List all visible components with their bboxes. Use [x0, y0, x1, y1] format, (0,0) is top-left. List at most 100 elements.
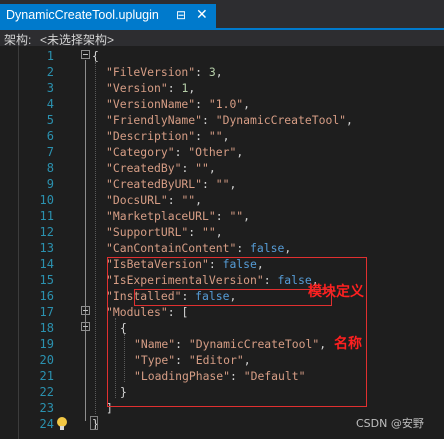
- code-token: "FileVersion": [106, 65, 196, 79]
- line-number: 5: [46, 113, 54, 127]
- code-token: :: [195, 97, 209, 111]
- code-line[interactable]: "FriendlyName": "DynamicCreateTool",: [106, 112, 353, 128]
- code-token: :: [167, 193, 182, 207]
- fold-line-root: [85, 60, 86, 421]
- code-token: ,: [346, 113, 353, 127]
- line-number: 16: [39, 289, 54, 303]
- line-number: 4: [46, 97, 54, 111]
- code-token: "CanContainContent": [106, 241, 237, 255]
- line-number: 10: [39, 193, 54, 207]
- code-token: "": [195, 161, 209, 175]
- code-line[interactable]: "CreatedBy": "",: [106, 160, 216, 176]
- line-number: 7: [46, 145, 54, 159]
- code-line[interactable]: "VersionName": "1.0",: [106, 96, 250, 112]
- line-number: 19: [39, 337, 54, 351]
- code-token: "Version": [106, 81, 168, 95]
- code-line[interactable]: "Description": "",: [106, 128, 229, 144]
- code-line[interactable]: "Version": 1,: [106, 80, 195, 96]
- code-token: "MarketplaceURL": [106, 209, 216, 223]
- code-token: "FriendlyName": [106, 113, 203, 127]
- code-token: :: [215, 209, 230, 223]
- line-number: 21: [39, 369, 54, 383]
- line-number: 3: [46, 81, 54, 95]
- close-icon[interactable]: ✕: [196, 6, 208, 23]
- code-token: false: [250, 241, 285, 255]
- line-number: 8: [46, 161, 54, 175]
- line-number: 18: [39, 321, 54, 335]
- code-token: ,: [208, 161, 216, 175]
- code-token: 3: [208, 65, 216, 79]
- code-token: "Other": [188, 145, 237, 159]
- code-token: ,: [229, 177, 237, 191]
- code-token: :: [181, 161, 196, 175]
- code-token: :: [167, 81, 182, 95]
- code-line[interactable]: "Category": "Other",: [106, 144, 243, 160]
- code-token: "CreatedBy": [106, 161, 182, 175]
- tab-dynamiccreatetool-uplugin[interactable]: DynamicCreateTool.uplugin ⊟ ✕: [0, 4, 216, 28]
- code-token: "SupportURL": [106, 225, 189, 239]
- lightbulb-icon[interactable]: [56, 416, 68, 436]
- line-number: 20: [39, 353, 54, 367]
- pin-icon[interactable]: ⊟: [176, 8, 186, 22]
- indent-guide: [95, 62, 96, 414]
- code-token: :: [202, 113, 216, 127]
- code-token: "": [229, 209, 244, 223]
- line-number: 15: [39, 273, 54, 287]
- brace-match-highlight: [90, 416, 98, 430]
- name-annotation-box: [134, 289, 332, 306]
- line-number: 11: [39, 209, 54, 223]
- fold-toggle-module-object[interactable]: [81, 322, 90, 331]
- code-token: {: [92, 49, 99, 63]
- code-token: :: [195, 129, 209, 143]
- line-number: 24: [39, 417, 54, 431]
- code-token: ,: [215, 65, 223, 79]
- line-number: 6: [46, 129, 54, 143]
- tab-bar: DynamicCreateTool.uplugin ⊟ ✕: [0, 0, 444, 28]
- code-token: ,: [243, 97, 251, 111]
- code-token: :: [188, 225, 203, 239]
- code-token: "Description": [106, 129, 196, 143]
- watermark: CSDN @安野: [356, 417, 424, 430]
- line-number: 1: [46, 49, 54, 63]
- code-token: "": [215, 177, 230, 191]
- code-token: :: [195, 65, 209, 79]
- code-token: ,: [243, 209, 251, 223]
- code-line[interactable]: "DocsURL": "",: [106, 192, 202, 208]
- code-token: :: [236, 241, 251, 255]
- code-token: ,: [215, 225, 223, 239]
- code-line[interactable]: "FileVersion": 3,: [106, 64, 223, 80]
- line-number: 9: [46, 177, 54, 191]
- line-number: 13: [39, 241, 54, 255]
- code-token: "DocsURL": [106, 193, 168, 207]
- code-token: :: [174, 145, 189, 159]
- modules-annotation-box: [107, 257, 367, 407]
- code-line[interactable]: "CreatedByURL": "",: [106, 176, 236, 192]
- line-number: 12: [39, 225, 54, 239]
- code-token: ,: [222, 129, 230, 143]
- code-token: "VersionName": [106, 97, 196, 111]
- code-line[interactable]: "MarketplaceURL": "",: [106, 208, 250, 224]
- fold-toggle-modules[interactable]: [81, 306, 90, 315]
- line-number: 23: [39, 401, 54, 415]
- code-token: "": [202, 225, 216, 239]
- gutter-divider: [18, 46, 19, 439]
- tab-title: DynamicCreateTool.uplugin: [6, 8, 159, 22]
- code-token: ,: [236, 145, 244, 159]
- code-line[interactable]: "SupportURL": "",: [106, 224, 223, 240]
- name-annotation-label: 名称: [334, 336, 362, 352]
- code-token: "": [181, 193, 196, 207]
- code-line[interactable]: "CanContainContent": false,: [106, 240, 291, 256]
- line-number: 2: [46, 65, 54, 79]
- code-token: "CreatedByURL": [106, 177, 203, 191]
- code-token: "1.0": [208, 97, 244, 111]
- code-token: "": [208, 129, 223, 143]
- line-number: 14: [39, 257, 54, 271]
- code-token: "Category": [106, 145, 175, 159]
- code-token: ,: [284, 241, 292, 255]
- code-token: :: [202, 177, 216, 191]
- fold-toggle-root[interactable]: [81, 50, 90, 59]
- code-token: ,: [188, 81, 196, 95]
- line-number: 22: [39, 385, 54, 399]
- code-token: ,: [195, 193, 203, 207]
- code-token: "DynamicCreateTool": [215, 113, 347, 127]
